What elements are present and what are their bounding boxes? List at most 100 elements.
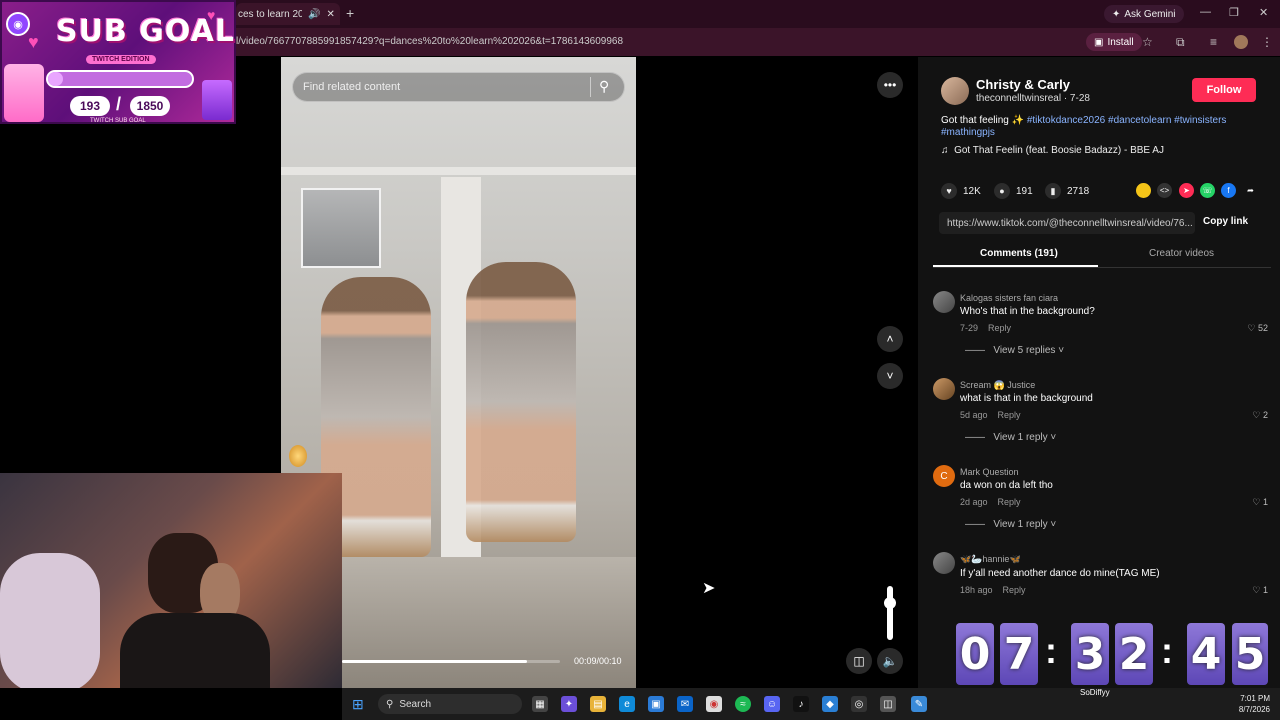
next-video-button[interactable]: ˅ <box>877 363 903 389</box>
search-icon: ⚲ <box>386 698 394 710</box>
copilot-icon[interactable]: ✦ <box>561 696 577 712</box>
taskbar-search[interactable]: ⚲ Search <box>378 694 522 714</box>
outlook-icon[interactable]: ✉ <box>677 696 693 712</box>
share-link-field[interactable]: https://www.tiktok.com/@theconnelltwinsr… <box>939 212 1195 234</box>
comment-like[interactable]: ♡ 1 <box>1240 497 1268 508</box>
more-options-button[interactable]: ••• <box>877 72 903 98</box>
commenter-avatar[interactable] <box>933 291 955 313</box>
previous-video-button[interactable]: ˄ <box>877 326 903 352</box>
url-field[interactable]: l/video/7667707885991857429?q=dances%20t… <box>236 36 623 47</box>
find-related-search[interactable]: Find related content <box>292 72 625 102</box>
comment-like[interactable]: ♡ 2 <box>1240 410 1268 421</box>
creator-name[interactable]: Christy & Carly <box>976 77 1070 92</box>
minimize-icon[interactable]: — <box>1200 6 1211 18</box>
file-explorer-icon[interactable]: ▤ <box>590 696 606 712</box>
music-line[interactable]: ♫ Got That Feelin (feat. Boosie Badazz) … <box>941 145 1164 156</box>
comment-stat[interactable]: ● 191 <box>994 183 1033 199</box>
close-icon[interactable]: ✕ <box>326 9 334 20</box>
ask-gemini-button[interactable]: ✦ Ask Gemini <box>1104 5 1184 23</box>
install-button[interactable]: ▣ Install <box>1086 33 1142 51</box>
taskbar-clock[interactable]: 7:01 PM 8/7/2026 <box>1226 693 1270 715</box>
picture-in-picture-icon[interactable]: ◫ <box>846 648 872 674</box>
comment-meta: 2d ago Reply <box>960 497 1021 507</box>
app-icon[interactable]: ✎ <box>911 696 927 712</box>
creator-avatar[interactable] <box>941 77 969 105</box>
comment-user[interactable]: 🦋🦢hannie🦋 <box>960 554 1021 565</box>
close-window-icon[interactable]: ✕ <box>1259 6 1268 19</box>
chevron-down-icon: ˅ <box>1058 345 1065 356</box>
sub-goal-footer: TWITCH SUB GOAL <box>90 118 146 124</box>
profile-avatar[interactable] <box>1234 35 1248 49</box>
volume-slider[interactable] <box>887 586 893 640</box>
browser-tab[interactable]: ces to learn 2026 🔊 ✕ <box>236 3 340 25</box>
tab-comments[interactable]: Comments (191) <box>980 248 1058 259</box>
view-replies-button[interactable]: —— View 5 replies ˅ <box>965 345 1064 356</box>
creator-handle[interactable]: theconnelltwinsreal · 7-28 <box>976 93 1090 104</box>
tiktok-icon[interactable]: ♪ <box>793 696 809 712</box>
facebook-icon[interactable]: f <box>1221 183 1236 198</box>
app-icon[interactable]: ◆ <box>822 696 838 712</box>
repost-icon[interactable] <box>1136 183 1151 198</box>
playlist-icon[interactable]: ≡ <box>1210 35 1217 49</box>
comment-like-count: 2 <box>1262 410 1268 420</box>
speaker-icon[interactable]: 🔊 <box>308 9 320 20</box>
countdown-colon: : <box>1161 630 1173 671</box>
extensions-icon[interactable]: ⧉ <box>1176 35 1185 50</box>
volume-icon[interactable]: 🔈 <box>877 648 903 674</box>
whatsapp-icon[interactable]: ☏ <box>1200 183 1215 198</box>
obs-icon[interactable]: ◎ <box>851 696 867 712</box>
volume-knob[interactable] <box>884 597 896 609</box>
ask-gemini-label: Ask Gemini <box>1124 8 1176 20</box>
reply-button[interactable]: Reply <box>998 497 1021 507</box>
heart-icon: ♥ <box>941 183 957 199</box>
save-count: 2718 <box>1067 185 1090 197</box>
comment-date: 2d ago <box>960 497 988 507</box>
commenter-avatar[interactable] <box>933 378 955 400</box>
windows-start-icon[interactable]: ⊞ <box>352 696 364 713</box>
new-tab-icon[interactable]: + <box>346 5 354 21</box>
webcam-body <box>120 613 270 688</box>
task-view-icon[interactable]: ▦ <box>532 696 548 712</box>
embed-icon[interactable]: <> <box>1157 183 1172 198</box>
comment-like[interactable]: ♡ 1 <box>1240 585 1268 596</box>
discord-icon[interactable]: ☺ <box>764 696 780 712</box>
clock-date: 8/7/2026 <box>1238 705 1270 714</box>
reply-button[interactable]: Reply <box>998 410 1021 420</box>
star-icon[interactable]: ☆ <box>1142 35 1153 49</box>
tab-creator-videos[interactable]: Creator videos <box>1149 248 1214 259</box>
comment-count: 191 <box>1016 185 1033 197</box>
video-lamp <box>289 445 307 467</box>
edge-icon[interactable]: e <box>619 696 635 712</box>
comment-user[interactable]: Scream 😱 Justice <box>960 380 1035 391</box>
copy-link-button[interactable]: Copy link <box>1203 216 1248 227</box>
chevron-down-icon: ˅ <box>1050 519 1057 530</box>
comment-text: If y'all need another dance do mine(TAG … <box>960 568 1160 579</box>
sub-goal-edition: TWITCH EDITION <box>86 55 156 64</box>
send-icon[interactable]: ➤ <box>1179 183 1194 198</box>
webcam-chair <box>0 553 100 688</box>
search-icon[interactable]: ⚲ <box>599 78 609 95</box>
commenter-avatar[interactable]: C <box>933 465 955 487</box>
reply-button[interactable]: Reply <box>988 323 1011 333</box>
sub-goal-separator: / <box>116 94 122 114</box>
comment-user[interactable]: Mark Question <box>960 467 1019 477</box>
tab-divider <box>933 267 1271 268</box>
follow-button[interactable]: Follow <box>1192 78 1256 102</box>
comment-user[interactable]: Kalogas sisters fan ciara <box>960 293 1058 303</box>
comment-date: 18h ago <box>960 585 993 595</box>
app-icon[interactable]: ◫ <box>880 696 896 712</box>
chrome-icon[interactable]: ◉ <box>706 696 722 712</box>
comment-like[interactable]: ♡ 52 <box>1240 323 1268 334</box>
restore-icon[interactable]: ❐ <box>1229 6 1239 19</box>
streamer-webcam <box>0 473 342 688</box>
more-menu-icon[interactable]: ⋮ <box>1261 35 1273 49</box>
commenter-avatar[interactable] <box>933 552 955 574</box>
spotify-icon[interactable]: ≈ <box>735 696 751 712</box>
share-arrow-icon[interactable]: ➦ <box>1243 183 1258 198</box>
reply-button[interactable]: Reply <box>1003 585 1026 595</box>
view-replies-button[interactable]: —— View 1 reply ˅ <box>965 519 1056 530</box>
view-replies-button[interactable]: —— View 1 reply ˅ <box>965 432 1056 443</box>
store-icon[interactable]: ▣ <box>648 696 664 712</box>
save-stat[interactable]: ▮ 2718 <box>1045 183 1089 199</box>
like-stat[interactable]: ♥ 12K <box>941 183 981 199</box>
